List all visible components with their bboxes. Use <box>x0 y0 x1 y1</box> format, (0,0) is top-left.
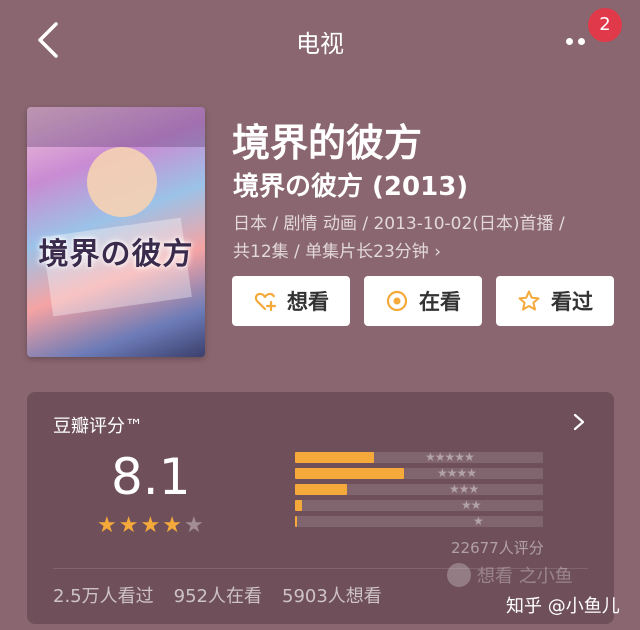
watching-button[interactable]: 在看 <box>364 276 482 326</box>
histogram-track <box>295 516 543 527</box>
watching-button-label: 在看 <box>419 290 461 314</box>
stat-watching[interactable]: 952人在看 <box>174 582 262 608</box>
more-dot-icon <box>578 38 585 45</box>
rating-card[interactable]: 豆瓣评分™ 8.1 ★ ★ ★ ★ ★ ★★★★★ ★★★★ ★★★ ★★ ★ 22677人评分… <box>27 392 614 624</box>
histogram-row: ★★★★ <box>223 466 640 480</box>
show-meta[interactable]: 日本 / 剧情 动画 / 2013-10-02(日本)首播 / 共12集 / 单… <box>233 210 613 266</box>
stat-watched[interactable]: 2.5万人看过 <box>53 582 154 608</box>
rating-stars: ★ ★ ★ ★ ★ <box>97 515 204 537</box>
rating-count: 22677人评分 <box>451 539 544 557</box>
histogram-bar <box>295 452 374 463</box>
histogram-bar <box>295 500 302 511</box>
poster-decoration <box>27 107 205 147</box>
stat-want[interactable]: 5903人想看 <box>282 582 382 608</box>
star-filled-icon: ★ <box>97 513 117 538</box>
poster-image[interactable]: 境界の彼方 <box>27 107 205 357</box>
want-button[interactable]: 想看 <box>232 276 350 326</box>
histogram-row: ★ <box>223 514 640 528</box>
more-dot-icon <box>566 38 573 45</box>
watched-button-label: 看过 <box>551 290 593 314</box>
watermark-avatar <box>447 563 471 587</box>
histogram-row: ★★ <box>223 498 640 512</box>
divider <box>53 568 588 569</box>
histogram-row: ★★★★★ <box>223 450 640 464</box>
star-filled-icon: ★ <box>162 513 182 538</box>
show-meta-line: 日本 / 剧情 动画 / 2013-10-02(日本)首播 / <box>233 214 565 234</box>
histogram-bar <box>295 468 404 479</box>
histogram-track <box>295 500 543 511</box>
star-filled-icon: ★ <box>118 513 139 538</box>
histogram-bar <box>295 516 297 527</box>
chevron-right-icon[interactable] <box>569 410 589 434</box>
notification-badge[interactable]: 2 <box>588 8 622 42</box>
header: 电视 2 <box>0 0 640 80</box>
histogram-track <box>295 484 543 495</box>
rating-label: 豆瓣评分™ <box>53 416 143 437</box>
page-title: 电视 <box>296 30 344 58</box>
poster-decoration <box>87 147 157 217</box>
poster-logo-text: 境界の彼方 <box>38 237 194 272</box>
show-meta-line: 共12集 / 单集片长23分钟 › <box>233 242 442 262</box>
watermark-text: 想看 之小鱼 <box>477 566 573 587</box>
histogram-row: ★★★ <box>223 482 640 496</box>
histogram-bar <box>295 484 347 495</box>
star-filled-icon: ★ <box>140 513 161 538</box>
zhihu-watermark: 知乎 @小鱼儿 <box>506 596 620 617</box>
show-title: 境界的彼方 <box>232 121 423 165</box>
watched-button[interactable]: 看过 <box>496 276 614 326</box>
histogram-track <box>295 452 543 463</box>
watermark: 想看 之小鱼 <box>447 562 573 588</box>
heart-plus-icon <box>254 292 277 312</box>
star-icon <box>518 290 540 311</box>
histogram-track <box>295 468 543 479</box>
star-empty-icon: ★ <box>183 513 204 538</box>
stats-row: 2.5万人看过 952人在看 5903人想看 <box>53 582 382 608</box>
want-button-label: 想看 <box>287 290 329 314</box>
show-original-title: 境界の彼方 (2013) <box>233 172 469 202</box>
rating-score: 8.1 <box>111 448 191 506</box>
target-icon <box>386 290 408 312</box>
